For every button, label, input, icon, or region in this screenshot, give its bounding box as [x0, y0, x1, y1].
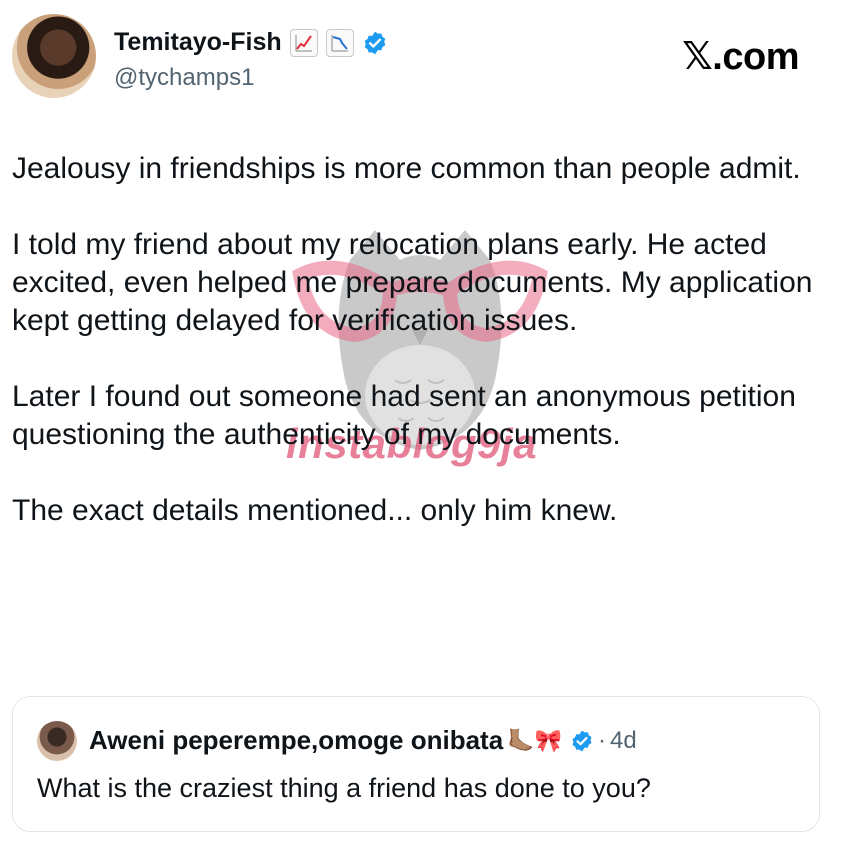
- post-paragraph: Later I found out someone had sent an an…: [12, 380, 796, 451]
- post-paragraph: The exact details mentioned... only him …: [12, 494, 618, 527]
- quoted-author-name[interactable]: Aweni peperempe,omoge onibata: [89, 725, 503, 756]
- verified-badge-icon: [364, 31, 385, 54]
- author-handle[interactable]: @tychamps1: [114, 64, 254, 92]
- author-display-name[interactable]: Temitayo-Fish: [114, 28, 282, 57]
- post-body: Jealousy in friendships is more common t…: [12, 150, 822, 568]
- x-logo-icon: 𝕏: [682, 34, 713, 78]
- quoted-author-row: Aweni peperempe,omoge onibata 🦶🏽🎀 · 4d: [89, 725, 637, 756]
- verified-badge-icon: [572, 730, 592, 751]
- foot-ribbon-emoji-icon: 🦶🏽🎀: [507, 727, 562, 753]
- quoted-author-avatar[interactable]: [37, 721, 77, 761]
- post-paragraph: Jealousy in friendships is more common t…: [12, 152, 801, 185]
- quoted-post-text: What is the craziest thing a friend has …: [37, 773, 651, 803]
- separator-dot: ·: [597, 726, 606, 754]
- quoted-post-card[interactable]: Aweni peperempe,omoge onibata 🦶🏽🎀 · 4d W…: [12, 696, 820, 832]
- x-brand-logo: 𝕏.com: [682, 34, 799, 79]
- author-name-row: Temitayo-Fish: [114, 28, 388, 57]
- chart-increasing-icon: [289, 28, 318, 57]
- quoted-post-timestamp[interactable]: 4d: [610, 727, 637, 755]
- author-avatar[interactable]: [12, 14, 96, 98]
- chart-decreasing-icon: [325, 28, 354, 57]
- brand-suffix: .com: [712, 36, 799, 78]
- post-header: Temitayo-Fish @tychamps1 𝕏.com: [12, 14, 829, 100]
- post-paragraph: I told my friend about my relocation pla…: [12, 228, 813, 337]
